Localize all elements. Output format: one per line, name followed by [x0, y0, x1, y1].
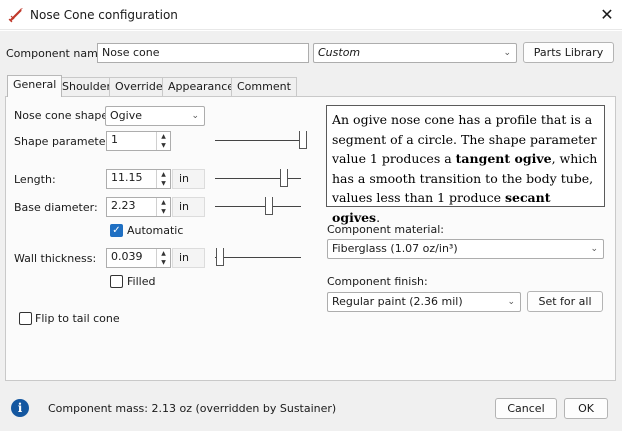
length-label: Length:	[14, 173, 56, 186]
finish-dropdown[interactable]: Regular paint (2.36 mil) ⌄	[327, 292, 521, 312]
automatic-checkbox[interactable]: ✓	[110, 224, 123, 237]
shape-param-slider-thumb[interactable]	[299, 131, 307, 149]
chevron-down-icon: ⌄	[191, 111, 199, 121]
length-spinner[interactable]: 11.15 ▲ ▼	[106, 169, 171, 189]
component-name-label: Component name:	[6, 47, 109, 60]
shape-description: An ogive nose cone has a profile that is…	[326, 105, 605, 225]
chevron-down-icon: ⌄	[590, 244, 598, 254]
preset-dropdown[interactable]: Custom ⌄	[313, 43, 517, 63]
length-value: 11.15	[111, 171, 143, 184]
wall-thickness-spinner[interactable]: 0.039 ▲ ▼	[106, 248, 171, 268]
wall-thickness-unit[interactable]: in	[172, 248, 205, 268]
base-diameter-slider-track[interactable]	[215, 206, 301, 207]
info-icon: i	[11, 399, 29, 417]
window-title: Nose Cone configuration	[30, 8, 178, 22]
tab-comment[interactable]: Comment	[231, 77, 297, 96]
wall-thickness-label: Wall thickness:	[14, 252, 97, 265]
rocket-icon	[8, 8, 23, 23]
shape-value: Ogive	[110, 109, 142, 122]
automatic-label: Automatic	[127, 224, 184, 237]
shape-param-value: 1	[111, 133, 118, 146]
shape-label: Nose cone shape:	[14, 109, 112, 122]
finish-label: Component finish:	[327, 275, 428, 288]
wall-thickness-value: 0.039	[111, 250, 143, 263]
flip-tail-cone-label: Flip to tail cone	[35, 312, 120, 325]
chevron-down-icon: ⌄	[503, 48, 511, 58]
close-icon[interactable]: ✕	[596, 4, 618, 26]
length-unit[interactable]: in	[172, 169, 205, 189]
spinner-arrows-icon[interactable]: ▲ ▼	[156, 249, 170, 267]
component-mass-text: Component mass: 2.13 oz (overridden by S…	[48, 402, 337, 415]
parts-library-button[interactable]: Parts Library	[523, 42, 614, 63]
preset-value: Custom	[318, 46, 361, 59]
shape-param-slider-track[interactable]	[215, 140, 307, 141]
finish-value: Regular paint (2.36 mil)	[332, 295, 463, 308]
base-diameter-label: Base diameter:	[14, 201, 98, 214]
cancel-button[interactable]: Cancel	[495, 398, 557, 419]
spinner-arrows-icon[interactable]: ▲ ▼	[156, 132, 170, 150]
filled-checkbox[interactable]	[110, 275, 123, 288]
ok-button[interactable]: OK	[564, 398, 608, 419]
tab-general[interactable]: General	[7, 75, 63, 97]
base-diameter-slider-thumb[interactable]	[265, 197, 273, 215]
length-slider-thumb[interactable]	[280, 169, 288, 187]
tab-override[interactable]: Override	[109, 77, 169, 96]
component-name-input[interactable]: Nose cone	[97, 43, 309, 63]
wall-thickness-slider-thumb[interactable]	[216, 248, 224, 266]
material-dropdown[interactable]: Fiberglass (1.07 oz/in³) ⌄	[327, 239, 604, 259]
material-value: Fiberglass (1.07 oz/in³)	[332, 242, 458, 255]
material-label: Component material:	[327, 223, 444, 236]
base-diameter-unit[interactable]: in	[172, 197, 205, 217]
shape-dropdown[interactable]: Ogive ⌄	[105, 106, 205, 126]
tab-shoulder[interactable]: Shoulder	[56, 77, 117, 96]
length-slider-track[interactable]	[215, 178, 301, 179]
shape-param-spinner[interactable]: 1 ▲ ▼	[106, 131, 171, 151]
spinner-arrows-icon[interactable]: ▲ ▼	[156, 170, 170, 188]
flip-tail-cone-checkbox[interactable]	[19, 312, 32, 325]
tab-appearance[interactable]: Appearance	[162, 77, 241, 96]
spinner-arrows-icon[interactable]: ▲ ▼	[156, 198, 170, 216]
shape-param-label: Shape parameter:	[14, 135, 114, 148]
base-diameter-value: 2.23	[111, 199, 136, 212]
filled-label: Filled	[127, 275, 156, 288]
set-for-all-button[interactable]: Set for all	[527, 291, 603, 312]
base-diameter-spinner[interactable]: 2.23 ▲ ▼	[106, 197, 171, 217]
title-bar: Nose Cone configuration ✕	[0, 0, 622, 30]
chevron-down-icon: ⌄	[507, 297, 515, 307]
wall-thickness-slider-track[interactable]	[215, 257, 301, 258]
